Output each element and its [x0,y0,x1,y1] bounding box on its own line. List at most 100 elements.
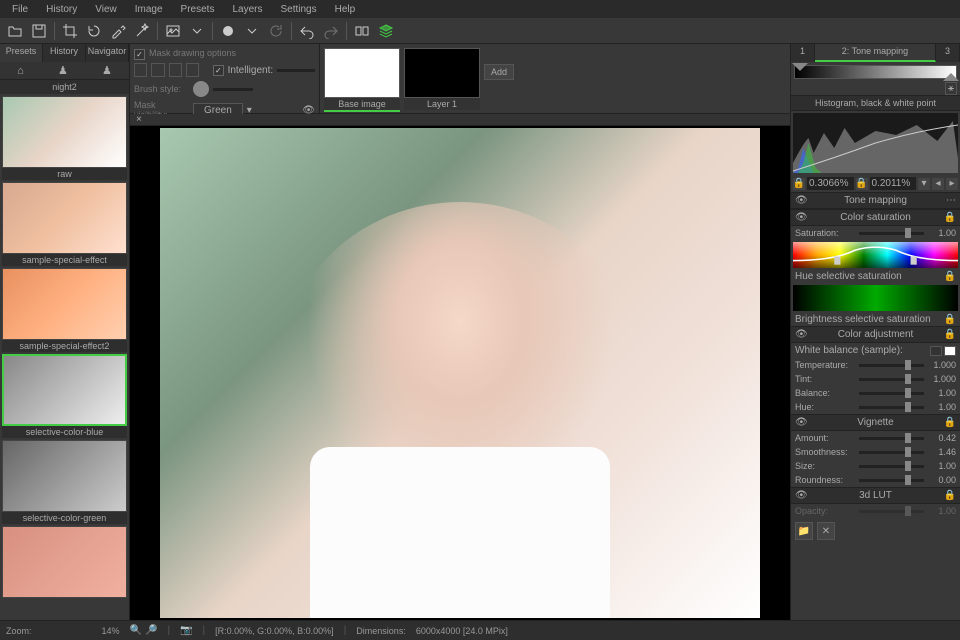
saturation-gradient[interactable] [793,242,958,268]
crop-icon[interactable] [61,22,79,40]
zoom-in-icon[interactable]: 🔎 [145,625,157,636]
gradient-icon[interactable] [186,63,199,77]
rtab-1[interactable]: 1 [791,44,815,62]
preset-item[interactable]: raw [2,96,127,180]
tab-history[interactable]: History [43,44,86,62]
camera-icon[interactable]: 📷 [180,625,192,636]
lock-icon[interactable]: 🔒 [944,314,956,325]
compare-icon[interactable] [353,22,371,40]
hist-btn[interactable]: ▾ [918,178,930,190]
hue-slider[interactable] [859,406,924,409]
hist-next-icon[interactable]: ▸ [946,178,958,190]
main-area: Presets History Navigator ⌂ ♟ ♟ night2 r… [0,44,960,620]
lock-icon[interactable]: 🔒 [944,490,956,501]
intelligent-slider[interactable] [277,69,315,72]
rtab-3[interactable]: 3 [936,44,960,62]
menu-layers[interactable]: Layers [224,2,270,17]
image-icon[interactable] [164,22,182,40]
undo-icon[interactable] [298,22,316,40]
user-icon[interactable]: ♟ [58,64,68,77]
lut-clear-icon[interactable]: ✕ [817,522,835,540]
black-point-value[interactable]: 0.3066% [807,177,854,190]
open-icon[interactable] [6,22,24,40]
size-slider[interactable] [859,465,924,468]
white-point-value[interactable]: 0.2011% [870,177,917,190]
intelligent-checkbox[interactable] [213,65,224,76]
redo-icon[interactable] [322,22,340,40]
refresh-icon[interactable] [267,22,285,40]
zoom-out-icon[interactable]: 🔍 [130,625,142,636]
presets-list[interactable]: raw sample-special-effect sample-special… [0,94,129,620]
tab-presets[interactable]: Presets [0,44,43,62]
amount-slider[interactable] [859,437,924,440]
lock-icon[interactable]: 🔒 [944,329,956,340]
preset-item[interactable]: sample-special-effect [2,182,127,266]
eye-icon[interactable]: 👁 [795,417,808,428]
preset-item[interactable] [2,526,127,598]
eyedropper-icon[interactable] [109,22,127,40]
layer-1[interactable]: Layer 1 [404,48,480,110]
wand-icon[interactable] [133,22,151,40]
canvas[interactable] [130,126,790,620]
mask-enable-checkbox[interactable] [134,49,145,60]
lock-icon[interactable]: 🔒 [856,178,868,190]
eye-icon[interactable]: 👁 [795,195,808,206]
preset-item[interactable]: selective-color-green [2,440,127,524]
eraser-icon[interactable] [151,63,164,77]
menu-help[interactable]: Help [327,2,364,17]
add-layer-button[interactable]: Add [484,64,514,80]
brush-icon[interactable] [134,63,147,77]
balance-slider[interactable] [859,392,924,395]
wb-white-swatch[interactable] [944,346,956,356]
close-tab-icon[interactable]: × [136,114,142,125]
smoothness-slider[interactable] [859,451,924,454]
colorsat-header[interactable]: 👁Color saturation🔒 [791,209,960,226]
adjust-icon[interactable] [219,22,237,40]
lock-icon[interactable]: 🔒 [944,271,956,282]
eye-icon[interactable]: 👁 [795,490,808,501]
menu-image[interactable]: Image [127,2,171,17]
vignette-header[interactable]: 👁Vignette🔒 [791,414,960,431]
histogram[interactable] [793,113,958,173]
lock-icon[interactable]: 🔒 [793,178,805,190]
eye-icon[interactable]: 👁 [795,212,808,223]
fill-icon[interactable] [169,63,182,77]
menu-settings[interactable]: Settings [272,2,324,17]
menu-presets[interactable]: Presets [173,2,223,17]
saturation-slider[interactable] [859,232,924,235]
home-icon[interactable]: ⌂ [17,65,24,77]
coloradj-header[interactable]: 👁Color adjustment🔒 [791,326,960,343]
menu-file[interactable]: File [4,2,36,17]
user2-icon[interactable]: ♟ [102,64,112,77]
hist-prev-icon[interactable]: ◂ [932,178,944,190]
chevron-down-icon[interactable] [188,22,206,40]
temperature-slider[interactable] [859,364,924,367]
preset-folder-title: night2 [0,80,129,94]
menu-icon[interactable]: ⋯ [946,195,956,206]
lut-open-icon[interactable]: 📁 [795,522,813,540]
brush-preview[interactable] [193,81,209,97]
tint-slider[interactable] [859,378,924,381]
lut-header[interactable]: 👁3d LUT🔒 [791,487,960,504]
tone-gradient-bar[interactable] [794,65,957,79]
hue-selective-gradient[interactable] [793,285,958,311]
lock-icon[interactable]: 🔒 [944,212,956,223]
preset-item[interactable]: selective-color-blue [2,354,127,438]
menu-history[interactable]: History [38,2,85,17]
brush-slider[interactable] [213,88,253,91]
lock-icon[interactable]: 🔒 [944,417,956,428]
save-icon[interactable] [30,22,48,40]
chevron-down-icon[interactable] [243,22,261,40]
layers-icon[interactable] [377,22,395,40]
wb-picker-icon[interactable] [930,346,942,356]
rtab-2[interactable]: 2: Tone mapping [815,44,936,62]
rotate-icon[interactable] [85,22,103,40]
layer-base[interactable]: Base image [324,48,400,112]
menu-view[interactable]: View [87,2,125,17]
eye-icon[interactable]: 👁 [795,329,808,340]
tab-navigator[interactable]: Navigator [86,44,129,62]
tonemap-header[interactable]: 👁Tone mapping⋯ [791,192,960,209]
roundness-slider[interactable] [859,479,924,482]
tone-options-icon[interactable]: ⚹ [945,82,957,95]
preset-item[interactable]: sample-special-effect2 [2,268,127,352]
